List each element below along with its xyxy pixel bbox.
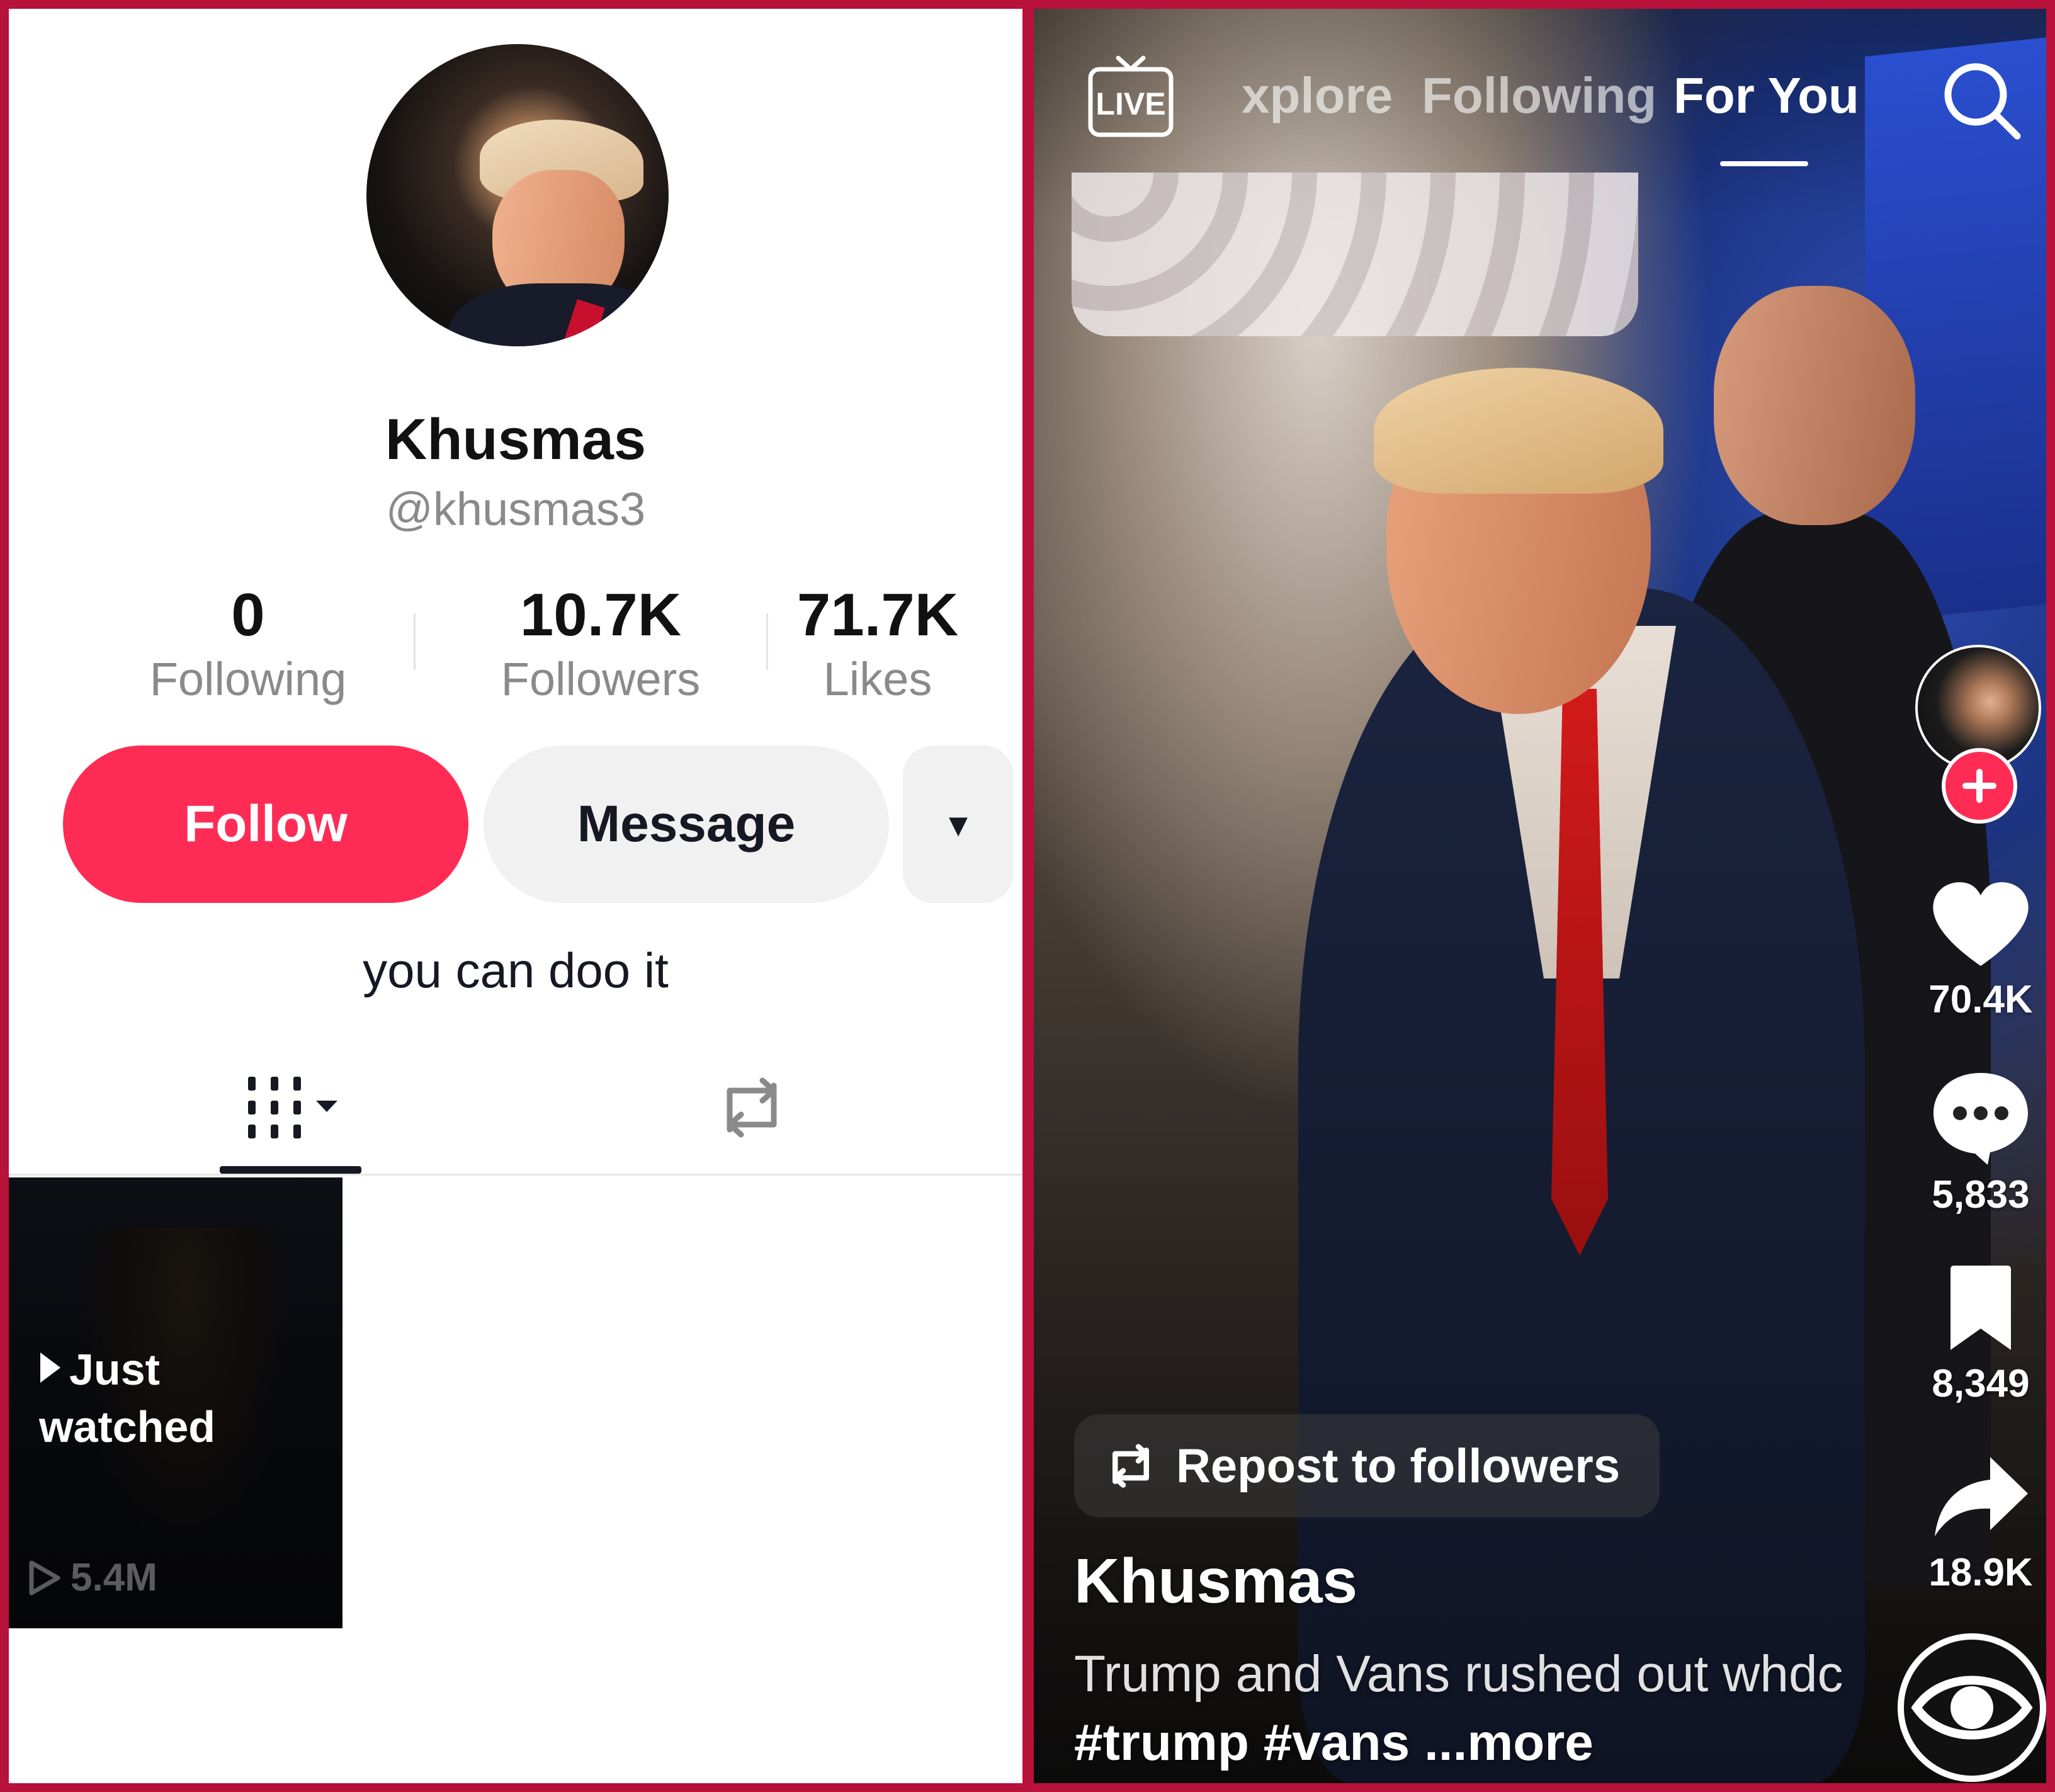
live-label: LIVE	[1095, 86, 1165, 122]
like-button[interactable]: 70.4K	[1918, 878, 2044, 1022]
repost-to-followers-button[interactable]: Repost to followers	[1074, 1414, 1660, 1517]
stat-followers[interactable]: 10.7K Followers	[475, 582, 727, 706]
profile-bio: you can doo it	[363, 943, 669, 998]
follow-plus-button[interactable]	[1942, 748, 2017, 824]
stat-likes[interactable]: 71.7K Likes	[777, 582, 978, 706]
share-icon	[1935, 1457, 2028, 1536]
repost-icon	[727, 1077, 777, 1138]
tab-explore[interactable]: xplore	[1242, 67, 1393, 125]
stat-followers-value: 10.7K	[519, 581, 682, 649]
comment-count: 5,833	[1932, 1173, 2030, 1216]
caption-hashtags[interactable]: #trump #vans	[1074, 1714, 1410, 1771]
repost-icon	[1112, 1444, 1150, 1488]
grid-icon	[248, 1077, 337, 1138]
tabs-divider	[9, 1174, 1022, 1176]
chevron-down-icon: ▾	[948, 803, 968, 845]
just-watched-line1: Just	[69, 1345, 160, 1394]
heart-icon	[1933, 882, 2029, 966]
avatar-suit	[448, 283, 669, 346]
live-icon: LIVE	[1088, 55, 1174, 137]
tab-following[interactable]: Following	[1422, 67, 1656, 125]
stat-followers-label: Followers	[501, 652, 701, 705]
eye-logo-icon	[1911, 1676, 2033, 1740]
view-count-value: 5.4M	[71, 1556, 157, 1599]
just-watched-line2: watched	[39, 1402, 216, 1451]
video-thumbnail[interactable]: Just watched 5.4M	[9, 1177, 342, 1628]
view-count: 5.4M	[26, 1555, 157, 1600]
video-feed[interactable]: LIVE xplore Following For You 70.4K 5,83…	[1034, 9, 2046, 1783]
follow-button[interactable]: Follow	[63, 746, 468, 903]
bookmark-count: 8,349	[1932, 1362, 2030, 1405]
search-button[interactable]	[1938, 57, 2026, 145]
tab-for-you[interactable]: For You	[1673, 67, 1859, 125]
stat-divider	[414, 613, 416, 670]
for-you-indicator	[1720, 161, 1808, 166]
profile-screen: Khusmas @khusmas3 0 Following 10.7K Foll…	[9, 9, 1022, 1783]
video-author[interactable]: Khusmas	[1074, 1545, 1357, 1618]
share-count: 18.9K	[1928, 1551, 2033, 1594]
stat-following[interactable]: 0 Following	[128, 582, 368, 706]
more-options-button[interactable]: ▾	[903, 746, 1014, 903]
profile-handle: @khusmas3	[385, 483, 646, 535]
scene-curtain	[1072, 173, 1638, 336]
comment-button[interactable]: 5,833	[1918, 1067, 2044, 1217]
tab-reposts[interactable]	[701, 1067, 802, 1148]
share-button[interactable]: 18.9K	[1918, 1451, 2044, 1595]
feed-top-nav: LIVE xplore Following For You	[1034, 34, 2046, 166]
stat-following-label: Following	[149, 652, 347, 705]
comment-icon	[1933, 1073, 2028, 1165]
video-caption[interactable]: Trump and Vans rushed out whdc #trump #v…	[1074, 1640, 1880, 1777]
repost-label: Repost to followers	[1176, 1439, 1621, 1493]
caption-text: Trump and Vans rushed out whdc	[1074, 1645, 1843, 1703]
stat-likes-value: 71.7K	[796, 581, 959, 649]
caption-more-link[interactable]: ...more	[1424, 1714, 1594, 1771]
stat-divider	[766, 613, 768, 670]
just-watched-label: Just watched	[39, 1341, 215, 1456]
sound-disc[interactable]	[1898, 1633, 2046, 1782]
message-button[interactable]: Message	[484, 746, 889, 903]
profile-avatar[interactable]	[366, 44, 669, 346]
scene-man-hair	[1374, 368, 1663, 494]
stat-following-value: 0	[231, 581, 265, 649]
plus-icon	[1962, 769, 1996, 803]
bookmark-button[interactable]: 8,349	[1918, 1262, 2044, 1406]
tab-videos[interactable]	[223, 1067, 368, 1148]
scene-guard-head	[1714, 286, 1915, 525]
bookmark-icon	[1950, 1266, 2011, 1350]
stat-likes-label: Likes	[823, 652, 932, 705]
like-count: 70.4K	[1928, 978, 2033, 1021]
play-outline-icon	[29, 1560, 60, 1595]
screenshot-frame: Khusmas @khusmas3 0 Following 10.7K Foll…	[0, 0, 2055, 1792]
profile-username: Khusmas	[385, 407, 647, 472]
search-icon	[1944, 63, 2021, 140]
live-button[interactable]: LIVE	[1085, 53, 1176, 141]
active-tab-indicator	[220, 1166, 361, 1174]
